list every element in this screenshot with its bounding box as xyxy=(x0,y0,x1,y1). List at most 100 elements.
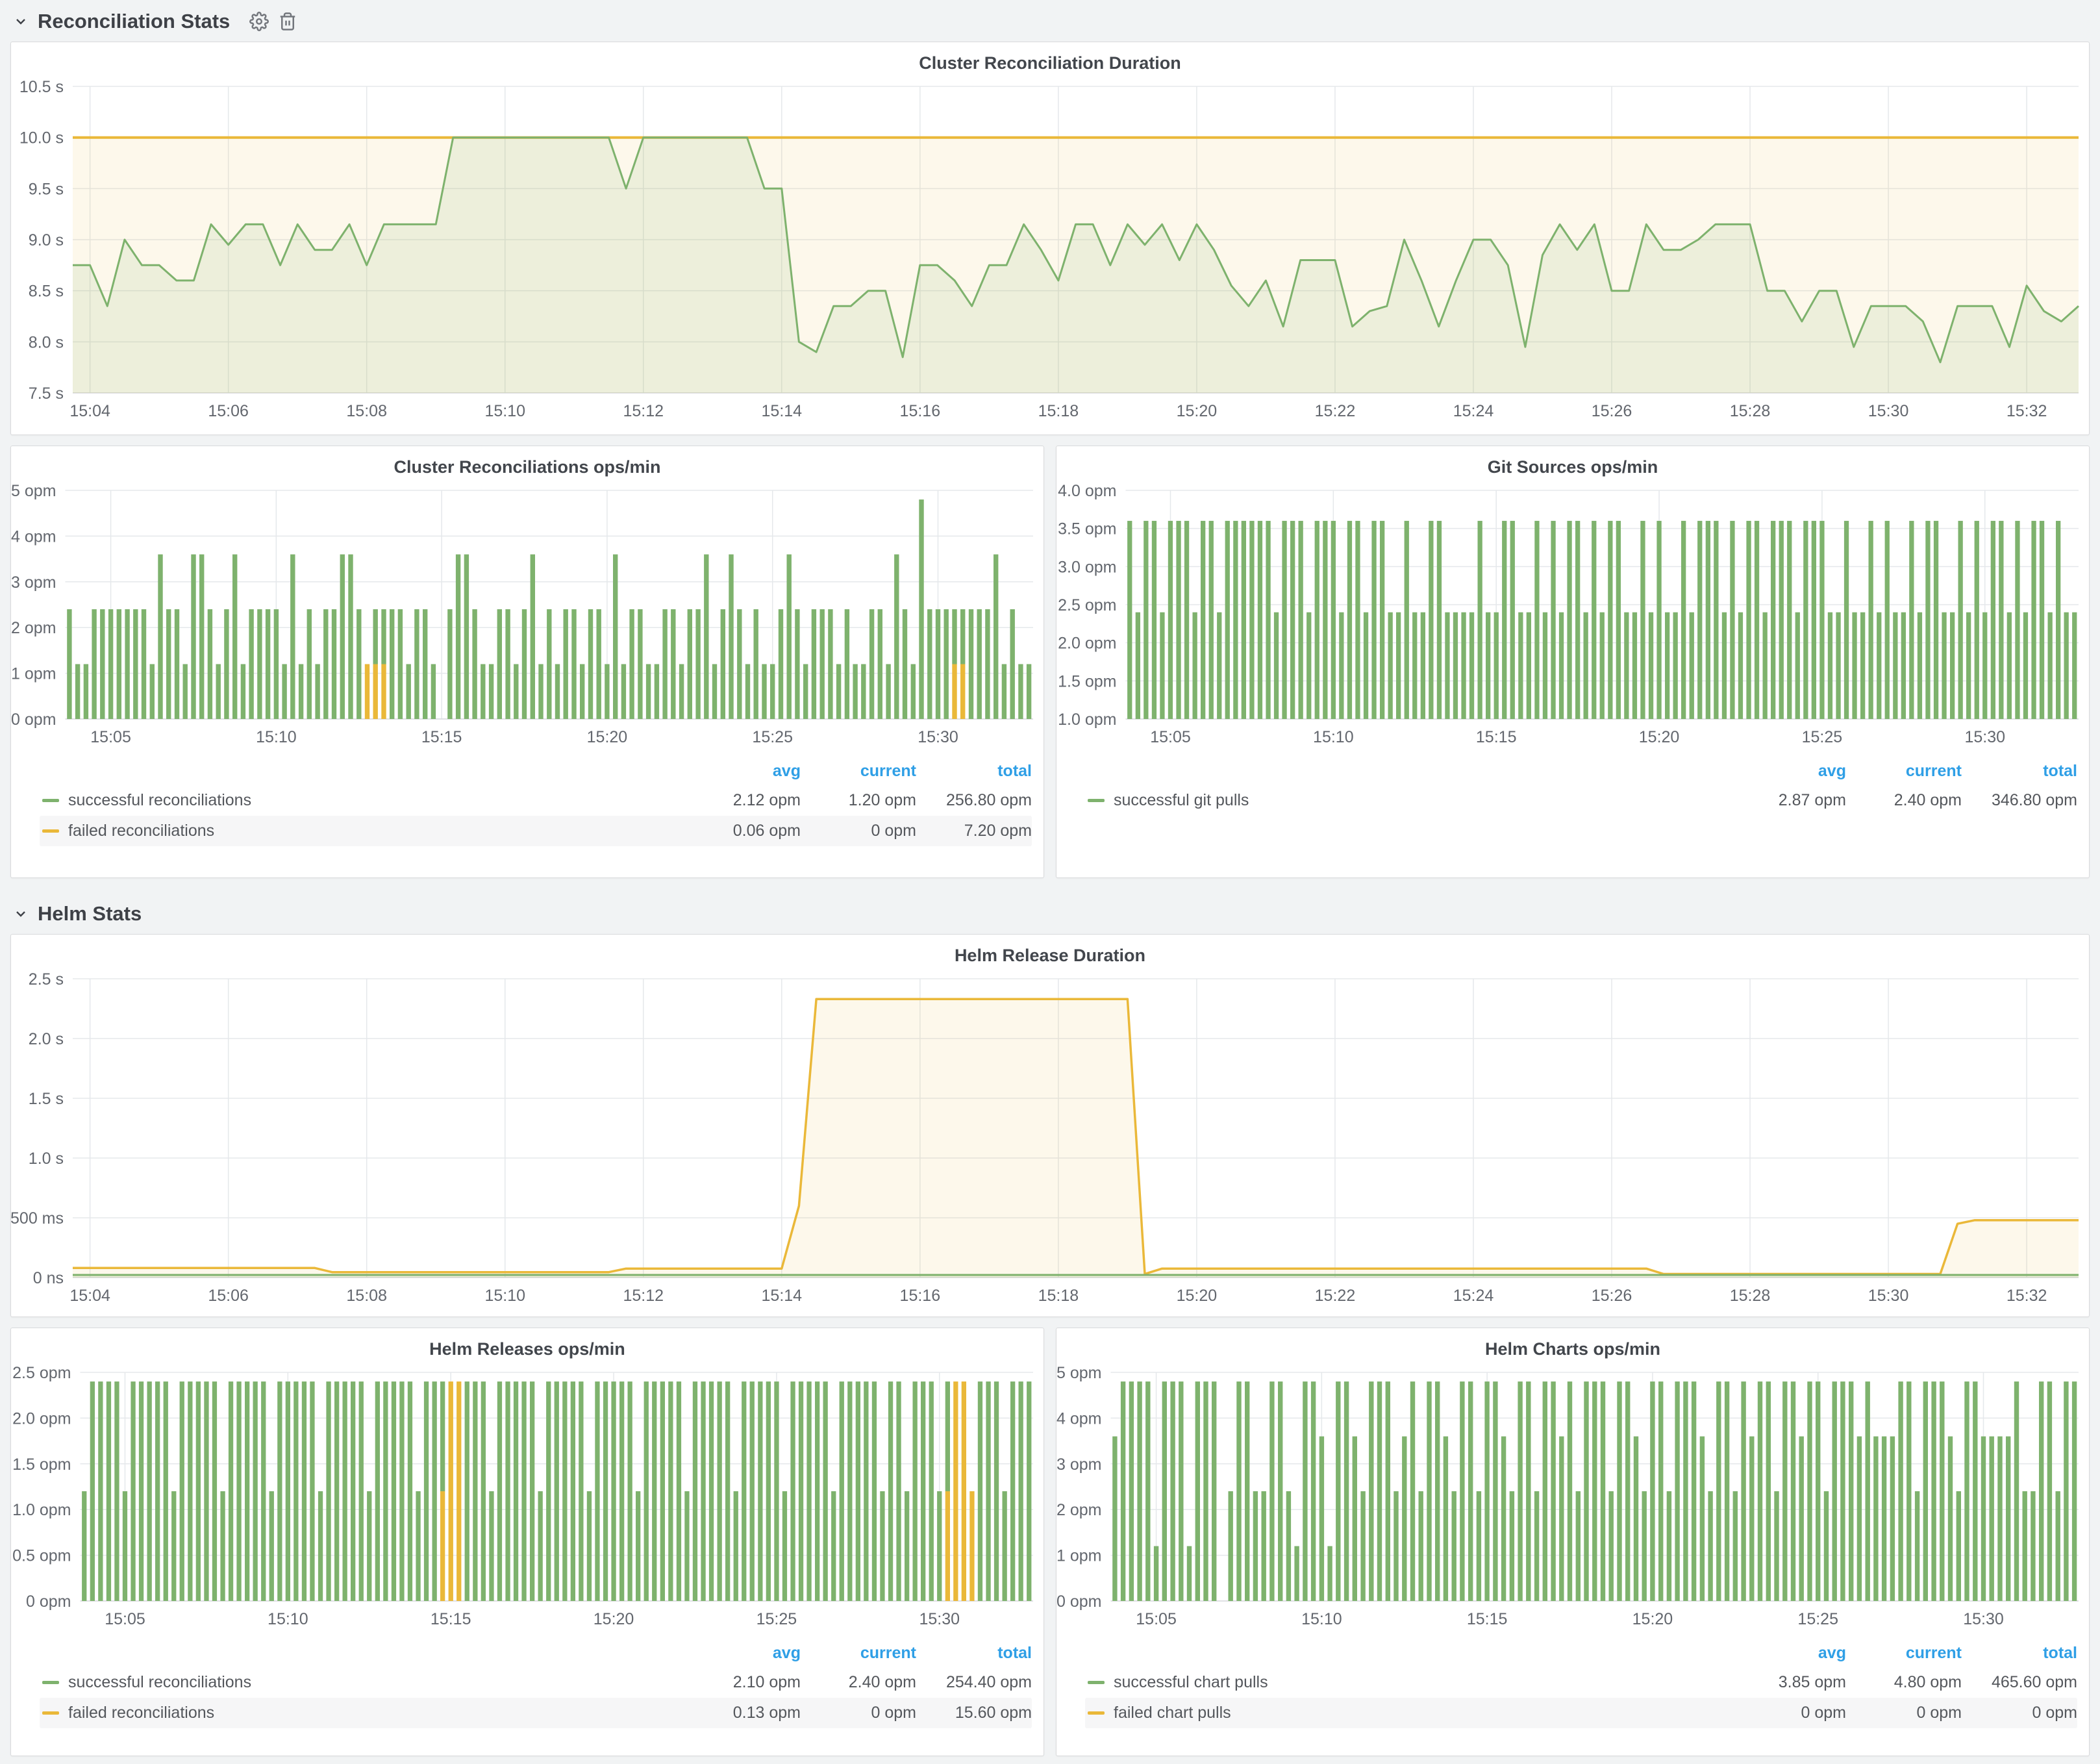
panel-helm-releases-opm: Helm Releases ops/min 0 opm0.5 opm1.0 op… xyxy=(10,1328,1044,1756)
legend-sort-avg[interactable]: avg xyxy=(1731,762,1846,781)
legend-sort-avg[interactable]: avg xyxy=(685,762,801,781)
section-title[interactable]: Helm Stats xyxy=(38,902,142,926)
panel-title[interactable]: Cluster Reconciliations ops/min xyxy=(11,446,1044,481)
legend-series-row[interactable]: successful git pulls2.87 opm2.40 opm346.… xyxy=(1085,785,2077,816)
chevron-down-icon[interactable] xyxy=(13,906,29,922)
svg-text:15:20: 15:20 xyxy=(594,1610,634,1628)
series-label[interactable]: successful reconciliations xyxy=(68,791,251,810)
series-color-dash-icon xyxy=(1088,1681,1105,1684)
series-label[interactable]: successful chart pulls xyxy=(1114,1673,1268,1692)
legend-cluster-reconciliations: avgcurrenttotal successful reconciliation… xyxy=(11,749,1044,846)
svg-text:15:14: 15:14 xyxy=(762,1287,803,1305)
legend-sort-current[interactable]: current xyxy=(801,762,916,781)
svg-text:15:20: 15:20 xyxy=(1632,1610,1673,1628)
chart-canvas-git-sources[interactable]: 1.0 opm1.5 opm2.0 opm2.5 opm3.0 opm3.5 o… xyxy=(1056,481,2089,749)
series-stat-value: 2.40 opm xyxy=(801,1673,916,1692)
svg-text:15:20: 15:20 xyxy=(1177,1287,1218,1305)
legend-sort-avg[interactable]: avg xyxy=(685,1644,801,1663)
chart-canvas-helm-releases[interactable]: 0 opm0.5 opm1.0 opm1.5 opm2.0 opm2.5 opm… xyxy=(11,1363,1044,1631)
svg-text:9.5 s: 9.5 s xyxy=(29,180,64,198)
svg-text:4 opm: 4 opm xyxy=(1056,1409,1101,1428)
panel-title[interactable]: Git Sources ops/min xyxy=(1056,446,2089,481)
svg-text:15:32: 15:32 xyxy=(2006,402,2047,420)
svg-text:15:20: 15:20 xyxy=(1639,728,1680,746)
panel-title[interactable]: Helm Release Duration xyxy=(11,935,2089,970)
legend-series-row[interactable]: failed reconciliations0.13 opm0 opm15.60… xyxy=(40,1698,1032,1728)
series-label[interactable]: failed chart pulls xyxy=(1114,1704,1231,1722)
series-stat-value: 0 opm xyxy=(801,1704,916,1722)
svg-text:5 opm: 5 opm xyxy=(1056,1364,1101,1382)
svg-text:15:10: 15:10 xyxy=(484,402,525,420)
panel-row-2: Helm Releases ops/min 0 opm0.5 opm1.0 op… xyxy=(10,1328,2090,1756)
series-stat-value: 2.12 opm xyxy=(685,791,801,810)
svg-text:15:16: 15:16 xyxy=(900,402,941,420)
svg-text:3.0 opm: 3.0 opm xyxy=(1058,558,1116,576)
chevron-down-icon[interactable] xyxy=(13,14,29,29)
svg-text:15:18: 15:18 xyxy=(1038,402,1079,420)
legend-series-row[interactable]: failed chart pulls0 opm0 opm0 opm xyxy=(1085,1698,2077,1728)
legend-series-row[interactable]: successful reconciliations 2.12 opm1.20 o… xyxy=(40,785,1032,816)
chart-canvas-cluster-reconciliation-duration[interactable]: 7.5 s8.0 s8.5 s9.0 s9.5 s10.0 s10.5 s15:… xyxy=(11,77,2089,423)
legend-sort-current[interactable]: current xyxy=(1846,1644,1962,1663)
series-color-dash-icon xyxy=(1088,799,1105,802)
legend-series-row[interactable]: successful chart pulls3.85 opm4.80 opm46… xyxy=(1085,1667,2077,1698)
legend-sort-current[interactable]: current xyxy=(801,1644,916,1663)
series-stat-value: 3.85 opm xyxy=(1731,1673,1846,1692)
svg-text:1 opm: 1 opm xyxy=(11,665,56,683)
svg-text:15:10: 15:10 xyxy=(256,728,297,746)
section-title[interactable]: Reconciliation Stats xyxy=(38,10,230,33)
legend-series-row[interactable]: failed reconciliations0.06 opm0 opm7.20 … xyxy=(40,816,1032,846)
series-stat-value: 0 opm xyxy=(1731,1704,1846,1722)
legend-sort-total[interactable]: total xyxy=(916,1644,1032,1663)
series-stat-value: 465.60 opm xyxy=(1962,1673,2077,1692)
legend-sort-total[interactable]: total xyxy=(1962,1644,2077,1663)
panel-helm-charts-opm: Helm Charts ops/min 0 opm1 opm2 opm3 opm… xyxy=(1056,1328,2090,1756)
legend-series-row[interactable]: successful reconciliations2.10 opm2.40 o… xyxy=(40,1667,1032,1698)
svg-text:15:15: 15:15 xyxy=(1476,728,1517,746)
legend-sort-total[interactable]: total xyxy=(1962,762,2077,781)
svg-text:15:30: 15:30 xyxy=(1868,1287,1909,1305)
svg-text:10.5 s: 10.5 s xyxy=(19,78,64,96)
svg-text:0 ns: 0 ns xyxy=(33,1269,64,1287)
panel-title[interactable]: Helm Releases ops/min xyxy=(11,1328,1044,1363)
series-label[interactable]: failed reconciliations xyxy=(68,1704,214,1722)
trash-icon[interactable] xyxy=(278,12,297,31)
svg-text:15:16: 15:16 xyxy=(900,1287,941,1305)
svg-text:15:26: 15:26 xyxy=(1592,402,1632,420)
series-label[interactable]: successful reconciliations xyxy=(68,1673,251,1692)
series-label[interactable]: successful git pulls xyxy=(1114,791,1249,810)
series-stat-value: 254.40 opm xyxy=(916,1673,1032,1692)
legend-sort-current[interactable]: current xyxy=(1846,762,1962,781)
series-color-dash-icon xyxy=(42,829,59,833)
series-label[interactable]: failed reconciliations xyxy=(68,822,214,840)
svg-text:8.5 s: 8.5 s xyxy=(29,283,64,301)
svg-text:15:28: 15:28 xyxy=(1730,402,1771,420)
svg-text:15:05: 15:05 xyxy=(105,1610,145,1628)
svg-text:15:28: 15:28 xyxy=(1730,1287,1771,1305)
series-stat-value: 1.20 opm xyxy=(801,791,916,810)
series-color-dash-icon xyxy=(1088,1711,1105,1715)
chart-canvas-helm-release-duration[interactable]: 0 ns500 ms1.0 s1.5 s2.0 s2.5 s15:0415:06… xyxy=(11,970,2089,1307)
chart-canvas-cluster-reconciliations[interactable]: 0 opm1 opm2 opm3 opm4 opm5 opm15:0515:10… xyxy=(11,481,1044,749)
svg-text:1.0 opm: 1.0 opm xyxy=(1058,711,1116,729)
panel-title[interactable]: Helm Charts ops/min xyxy=(1056,1328,2089,1363)
legend-sort-avg[interactable]: avg xyxy=(1731,1644,1846,1663)
section-header-reconciliation-stats[interactable]: Reconciliation Stats xyxy=(10,0,2090,42)
series-stat-value: 7.20 opm xyxy=(916,822,1032,840)
legend-sort-total[interactable]: total xyxy=(916,762,1032,781)
svg-text:15:24: 15:24 xyxy=(1453,1287,1494,1305)
svg-text:15:10: 15:10 xyxy=(484,1287,525,1305)
gear-icon[interactable] xyxy=(249,12,269,31)
svg-text:3 opm: 3 opm xyxy=(11,573,56,592)
svg-text:3.5 opm: 3.5 opm xyxy=(1058,520,1116,538)
panel-cluster-reconciliations-opm: Cluster Reconciliations ops/min 0 opm1 o… xyxy=(10,446,1044,878)
series-stat-value: 0 opm xyxy=(801,822,916,840)
section-header-helm-stats[interactable]: Helm Stats xyxy=(10,892,2090,934)
svg-text:0.5 opm: 0.5 opm xyxy=(12,1547,71,1565)
svg-text:15:32: 15:32 xyxy=(2006,1287,2047,1305)
svg-text:15:08: 15:08 xyxy=(346,1287,387,1305)
panel-title[interactable]: Cluster Reconciliation Duration xyxy=(11,42,2089,77)
chart-canvas-helm-charts[interactable]: 0 opm1 opm2 opm3 opm4 opm5 opm15:0515:10… xyxy=(1056,1363,2089,1631)
legend-git-sources: avgcurrenttotal successful git pulls 2.87 … xyxy=(1056,749,2089,816)
series-stat-value: 2.87 opm xyxy=(1731,791,1846,810)
